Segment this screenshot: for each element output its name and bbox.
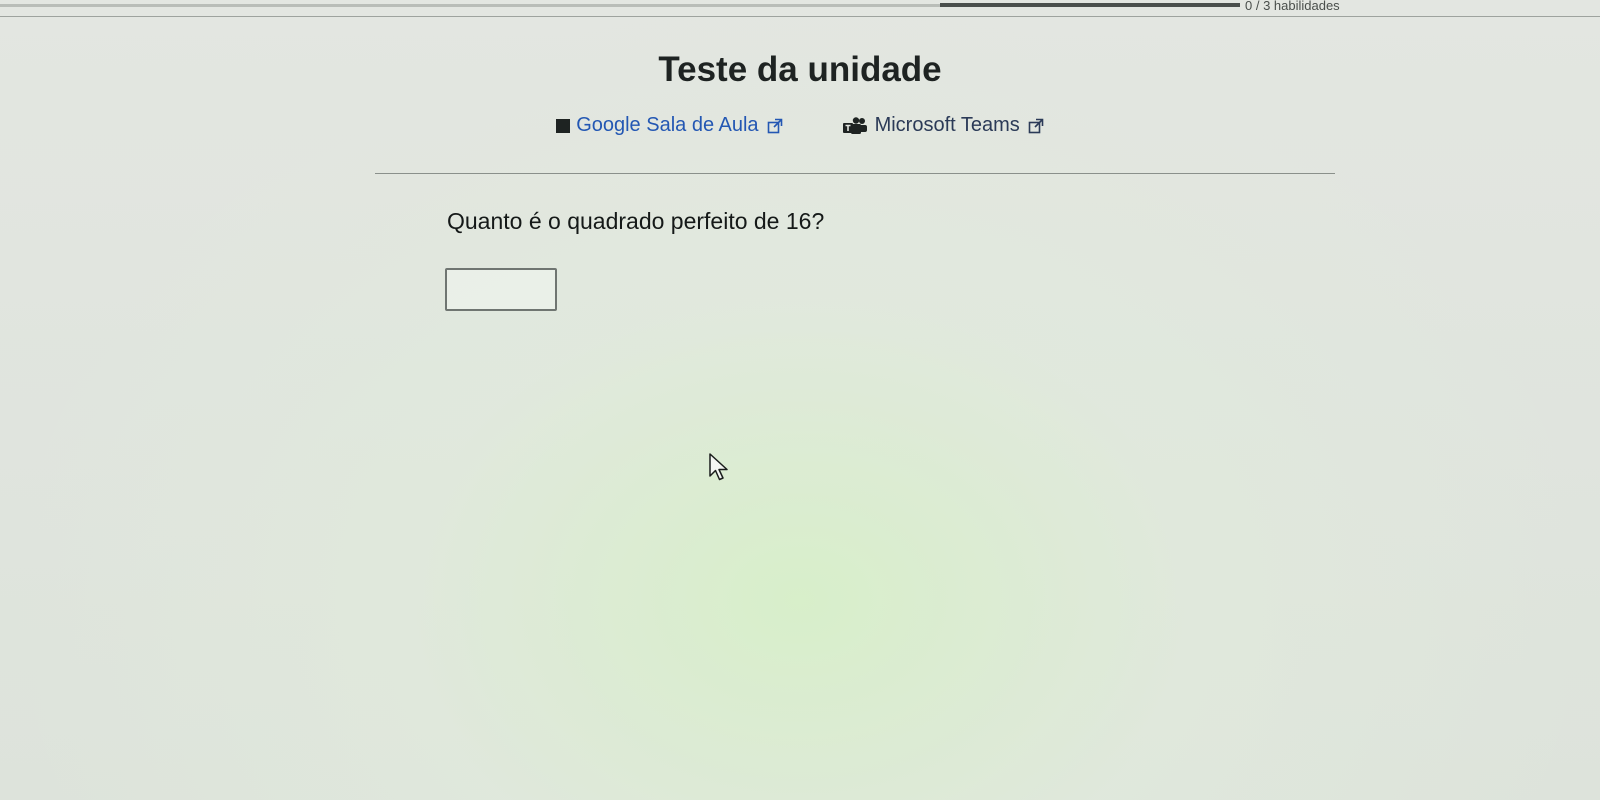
external-link-icon	[1028, 118, 1044, 134]
content-divider	[375, 173, 1335, 174]
share-links: Google Sala de Aula Microsoft Teams	[0, 114, 1600, 137]
page-title: Teste da unidade	[658, 50, 942, 89]
header-divider	[0, 16, 1600, 17]
question-text: Quanto é o quadrado perfeito de 16?	[447, 208, 825, 234]
google-classroom-label: Google Sala de Aula	[576, 114, 759, 136]
microsoft-teams-icon	[842, 116, 869, 135]
microsoft-teams-label: Microsoft Teams	[874, 114, 1020, 136]
google-classroom-link[interactable]: Google Sala de Aula	[556, 114, 782, 137]
skills-progress-text: 0 / 3 habilidades	[1245, 0, 1340, 13]
google-classroom-icon	[556, 118, 571, 133]
answer-input[interactable]	[445, 268, 557, 311]
mouse-cursor-icon	[708, 452, 732, 487]
microsoft-teams-link[interactable]: Microsoft Teams	[842, 114, 1044, 137]
page: 0 / 3 habilidades Teste da unidade Googl…	[0, 0, 1600, 800]
skills-progress-bar: 0 / 3 habilidades	[0, 0, 1600, 14]
external-link-icon	[767, 118, 783, 134]
progress-fill	[940, 3, 1240, 7]
